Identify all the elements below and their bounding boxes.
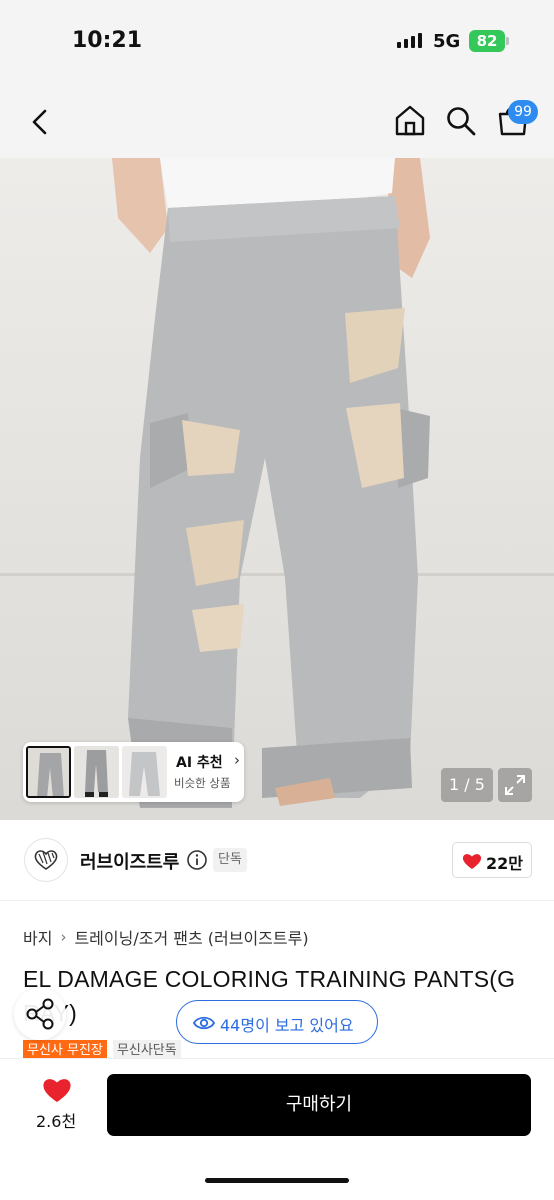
product-image[interactable] [0,158,554,820]
breadcrumb: 바지 › 트레이닝/조거 팬츠 (러브이즈트루) [23,925,309,949]
expand-icon [505,775,525,795]
chevron-right-icon: › [60,928,67,946]
buy-button[interactable]: 구매하기 [107,1074,531,1136]
eye-icon [193,1016,215,1030]
product-photo [0,158,554,820]
share-icon [26,998,54,1030]
ai-recommend-title: AI 추천 [176,755,223,771]
thumbnail-1[interactable] [26,746,71,798]
exclusive-badge: 무신사단독 [112,1040,181,1060]
ai-recommend-card[interactable]: AI 추천 › 비슷한 상품 [23,742,244,802]
expand-button[interactable] [498,768,532,802]
search-icon[interactable] [445,105,477,137]
share-button[interactable] [14,988,66,1040]
wishlist-count: 2.6천 [36,1112,77,1131]
viewers-text: 44명이 보고 있어요 [220,1016,354,1035]
heart-icon [462,854,482,869]
signal-icon [397,33,422,48]
chevron-right-icon: › [234,751,240,769]
brand-name[interactable]: 러브이즈트루 [80,848,179,874]
breadcrumb-item[interactable]: 바지 [23,925,52,949]
brand-like-button[interactable]: 22만 [452,842,532,878]
product-badges: 무신사 무진장 무신사단독 [23,1040,181,1060]
home-icon[interactable] [393,103,427,137]
divider [0,900,554,901]
status-bar: 10:21 5G 82 [0,0,554,86]
brand-logo[interactable] [24,838,68,882]
battery-icon: 82 [469,30,505,52]
status-time: 10:21 [72,28,143,53]
promo-badge: 무신사 무진장 [23,1040,107,1060]
network-type: 5G [433,31,461,52]
wishlist-heart-icon[interactable] [42,1076,72,1103]
viewers-indicator: 44명이 보고 있어요 [176,1000,378,1044]
cart-count-badge: 99 [508,100,538,124]
heart-logo-icon [34,850,58,870]
battery-tip [506,37,509,45]
thumbnail-3[interactable] [122,746,167,798]
thumbnail-2[interactable] [74,746,119,798]
ai-recommend-subtitle: 비슷한 상품 [174,776,231,790]
top-nav [0,86,554,158]
back-arrow-icon[interactable] [28,106,52,138]
home-indicator [205,1178,349,1183]
brand-like-count: 22만 [486,854,523,873]
image-pager: 1 / 5 [441,768,493,802]
breadcrumb-item[interactable]: 트레이닝/조거 팬츠 (러브이즈트루) [74,925,308,949]
exclusive-badge: 단독 [213,848,247,872]
info-icon[interactable] [186,849,208,871]
